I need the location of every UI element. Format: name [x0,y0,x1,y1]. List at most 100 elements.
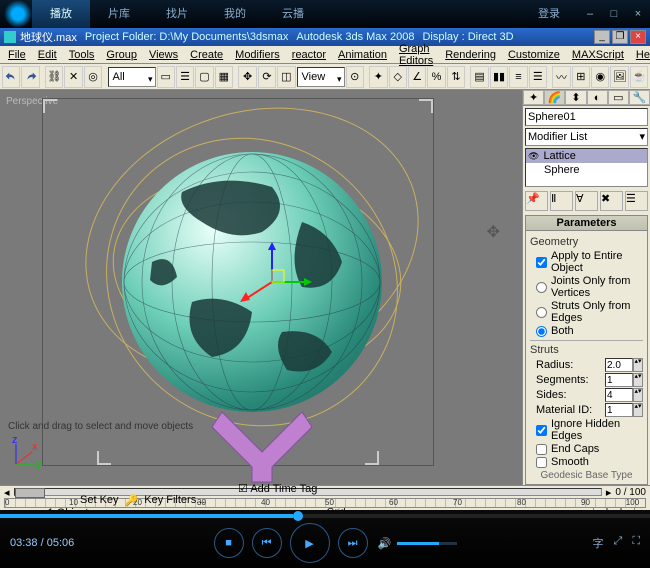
spinner-snap-button[interactable]: ⇅ [447,66,465,88]
show-end-button[interactable]: Ⅱ [550,191,573,211]
mirror-button[interactable]: ▮▮ [490,66,508,88]
rollup-parameters-header[interactable]: Parameters [525,215,648,231]
menu-customize[interactable]: Customize [502,49,566,61]
unlink-button[interactable]: ✕ [64,66,82,88]
menu-maxscript[interactable]: MAXScript [566,49,630,61]
fullscreen-button[interactable]: ⛶ [632,535,640,551]
stack-item-lattice[interactable]: 👁Lattice [526,149,647,163]
time-slider-thumb[interactable] [15,488,45,498]
spinner-icon[interactable]: ▴▾ [633,358,643,372]
menu-modifiers[interactable]: Modifiers [229,49,286,61]
schematic-button[interactable]: ⊞ [572,66,590,88]
stop-button[interactable]: ■ [214,528,244,558]
scale-button[interactable]: ◫ [277,66,295,88]
menu-help[interactable]: Help [630,49,650,61]
ignore-hidden-checkbox[interactable]: Ignore Hidden Edges [536,418,643,442]
volume-icon[interactable]: 🔊 [378,537,392,550]
menu-views[interactable]: Views [143,49,184,61]
eye-icon[interactable]: 👁 [528,151,539,162]
manip-button[interactable]: ✦ [369,66,387,88]
menu-tools[interactable]: Tools [63,49,101,61]
move-button[interactable]: ✥ [238,66,256,88]
align-button[interactable]: ≡ [509,66,527,88]
max-restore[interactable]: ❐ [612,30,628,44]
player-close[interactable]: × [626,8,650,20]
rotate-button[interactable]: ⟳ [258,66,276,88]
both-radio[interactable]: Both [536,325,643,337]
ref-coord-combo[interactable]: View [297,67,345,87]
max-minimize[interactable]: _ [594,30,610,44]
player-tab-library[interactable]: 片库 [90,0,148,28]
unique-button[interactable]: ∀ [575,191,598,211]
volume-slider[interactable] [397,542,457,545]
player-login[interactable]: 登录 [520,0,578,28]
player-tab-find[interactable]: 找片 [148,0,206,28]
add-time-tag[interactable]: ☑ Add Time Tag [238,483,317,495]
menu-file[interactable]: File [2,49,32,61]
undo-button[interactable] [2,66,20,88]
player-tab-mine[interactable]: 我的 [206,0,264,28]
play-button[interactable]: ▶ [290,523,330,563]
radius-input[interactable] [605,358,633,372]
modifier-stack[interactable]: 👁Lattice Sphere [525,148,648,187]
menu-graph[interactable]: Graph Editors [393,43,439,67]
spinner-icon[interactable]: ▴▾ [633,388,643,402]
menu-group[interactable]: Group [100,49,143,61]
tab-hierarchy[interactable]: ⬍ [565,90,586,105]
menu-animation[interactable]: Animation [332,49,393,61]
set-key-button[interactable]: Set Key [80,494,119,507]
tab-create[interactable]: ✦ [523,90,544,105]
sides-input[interactable] [605,388,633,402]
material-input[interactable] [605,403,633,417]
window-crossing-button[interactable]: ▦ [215,66,233,88]
tab-modify[interactable]: 🌈 [544,90,565,105]
segments-input[interactable] [605,373,633,387]
select-region-button[interactable]: ▢ [195,66,213,88]
spinner-icon[interactable]: ▴▾ [633,403,643,417]
link-button[interactable]: ⛓ [45,66,63,88]
selected-object-name[interactable]: Sphere01 [525,108,648,126]
curve-editor-button[interactable]: 〰 [552,66,570,88]
apply-entire-checkbox[interactable]: Apply to Entire Object [536,250,643,274]
menu-reactor[interactable]: reactor [286,49,332,61]
tab-display[interactable]: ▭ [608,90,629,105]
render-button[interactable]: ☕ [630,66,648,88]
pip-button[interactable]: ⤢ [614,535,623,551]
player-tab-cloud[interactable]: 云播 [264,0,322,28]
ts-next[interactable]: ▸ [606,486,612,499]
prev-button[interactable]: ⏮ [252,528,282,558]
subtitle-button[interactable]: 字 [593,535,604,551]
remove-mod-button[interactable]: ✖ [600,191,623,211]
end-caps-checkbox[interactable]: End Caps [536,443,643,455]
menu-edit[interactable]: Edit [32,49,63,61]
player-maximize[interactable]: □ [602,8,626,20]
selection-filter-combo[interactable]: All [108,67,156,87]
key-filters-button[interactable]: Key Filters... [144,494,205,507]
material-button[interactable]: ◉ [591,66,609,88]
struts-only-radio[interactable]: Struts Only from Edges [536,300,643,324]
configure-button[interactable]: ☰ [625,191,648,211]
modifier-list-combo[interactable]: Modifier List [525,128,648,146]
tab-utilities[interactable]: 🔧 [629,90,650,105]
max-close[interactable]: × [630,30,646,44]
redo-button[interactable] [21,66,39,88]
player-tab-play[interactable]: 播放 [32,0,90,28]
select-button[interactable]: ▭ [157,66,175,88]
joints-only-radio[interactable]: Joints Only from Vertices [536,275,643,299]
select-name-button[interactable]: ☰ [176,66,194,88]
menu-create[interactable]: Create [184,49,229,61]
next-button[interactable]: ⏭ [338,528,368,558]
layers-button[interactable]: ☰ [529,66,547,88]
progress-thumb[interactable] [293,511,303,521]
viewport[interactable]: Perspective [0,90,522,485]
angle-snap-button[interactable]: ∠ [408,66,426,88]
menu-rendering[interactable]: Rendering [439,49,502,61]
ts-prev[interactable]: ◂ [4,486,10,499]
bind-button[interactable]: ◎ [84,66,102,88]
player-minimize[interactable]: – [578,8,602,20]
snap-button[interactable]: ◇ [389,66,407,88]
tab-motion[interactable]: ◐ [587,90,608,105]
percent-snap-button[interactable]: % [427,66,445,88]
named-sel-button[interactable]: ▤ [470,66,488,88]
video-progress[interactable] [0,514,650,518]
